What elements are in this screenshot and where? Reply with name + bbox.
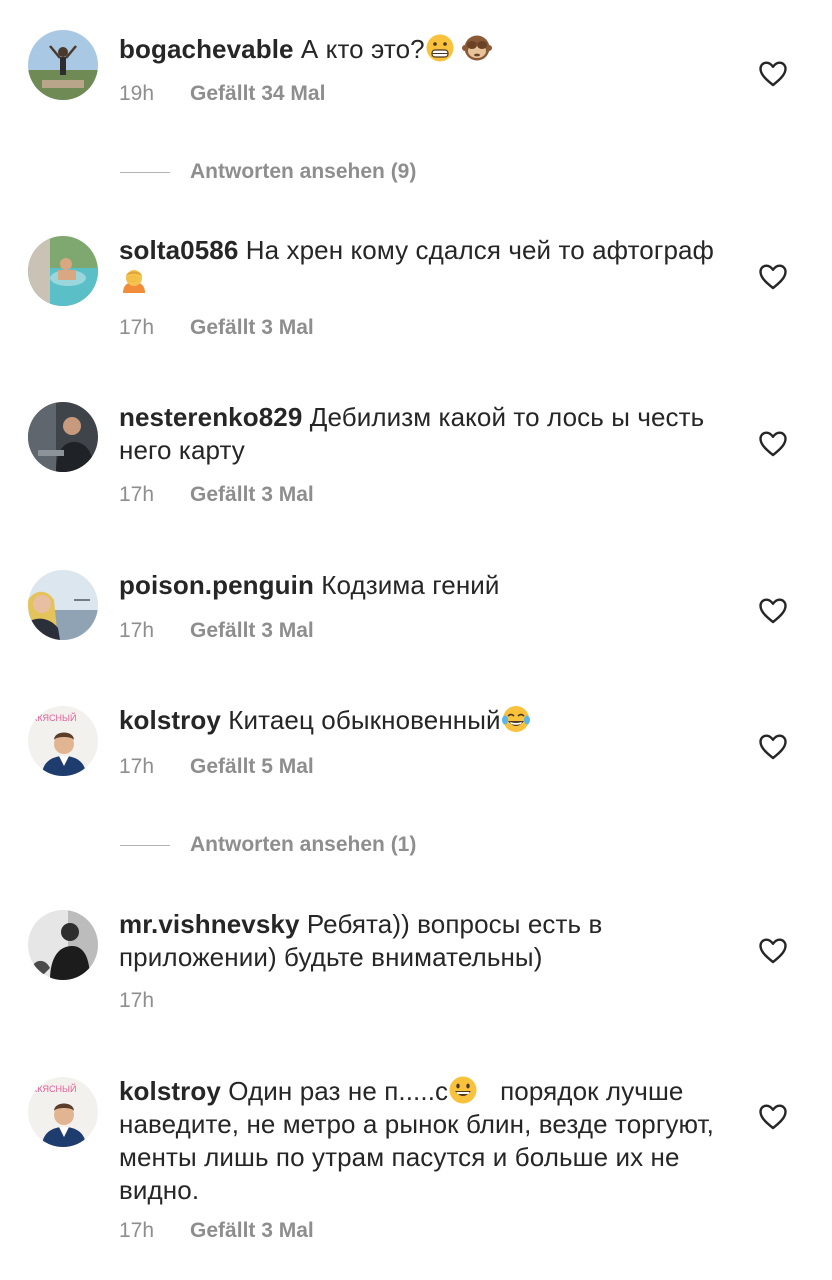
comment-meta: 17h Gefällt 3 Mal [119,482,314,508]
comment-body: Кодзима гений [321,570,500,600]
comment-text: bogachevable А кто это? [119,33,719,66]
avatar[interactable] [28,570,98,640]
comment-text: kolstroy Один раз не п.....с порядок луч… [119,1075,719,1207]
like-heart-icon[interactable] [759,734,787,760]
grimacing-face-emoji [425,33,455,63]
comment-time: 17h [119,316,155,339]
like-heart-icon[interactable] [759,264,787,290]
like-heart-icon[interactable] [759,61,787,87]
like-heart-icon[interactable] [759,598,787,624]
comment-username[interactable]: solta0586 [119,235,238,265]
comment-username[interactable]: kolstroy [119,705,221,735]
comment-body: Китаец обыкновенный [228,705,501,735]
comment-likes[interactable]: Gefällt 3 Mal [190,619,314,642]
comment-likes[interactable]: Gefällt 34 Mal [190,82,325,105]
comment-text: kolstroy Китаец обыкновенный [119,704,719,737]
comment-time: 17h [119,483,155,506]
comment-meta: 19h Gefällt 34 Mal [119,81,325,107]
avatar[interactable]: ККЯСНЫЙ [28,1077,98,1147]
comment-likes[interactable]: Gefällt 3 Mal [190,1219,314,1242]
comment-meta: 17h Gefällt 3 Mal [119,315,314,341]
like-heart-icon[interactable] [759,431,787,457]
see-no-evil-monkey-emoji [462,33,493,63]
comment-username[interactable]: bogachevable [119,34,294,64]
comment-username[interactable]: nesterenko829 [119,402,302,432]
comment-time: 17h [119,1219,155,1242]
avatar[interactable] [28,30,98,100]
comment-time: 17h [119,755,155,778]
tears-of-joy-emoji [501,704,531,734]
view-replies-link[interactable]: Antworten ansehen (1) [190,831,416,859]
comment-text: solta0586 На хрен кому сдался чей то афт… [119,234,719,300]
like-heart-icon[interactable] [759,938,787,964]
comment-meta: 17h Gefällt 3 Mal [119,618,314,644]
comment-time: 19h [119,82,155,105]
comment-username[interactable]: poison.penguin [119,570,314,600]
person-facepalming-emoji [119,267,149,297]
avatar-badge-text: ККЯСНЫЙ [32,712,76,723]
comment-likes[interactable]: Gefällt 3 Mal [190,483,314,506]
comment-text: mr.vishnevsky Ребята)) вопросы есть в пр… [119,908,719,974]
comment-meta: 17h Gefällt 3 Mal [119,1218,314,1244]
comment-body: Один раз не п.....с [228,1076,449,1106]
avatar-badge-text: ККЯСНЫЙ [32,1083,76,1094]
comment-time: 17h [119,619,155,642]
avatar[interactable] [28,402,98,472]
comment-likes[interactable]: Gefällt 3 Mal [190,316,314,339]
comment-time: 17h [119,989,155,1012]
avatar[interactable] [28,910,98,980]
comment-username[interactable]: mr.vishnevsky [119,909,300,939]
comment-meta: 17h [119,988,154,1014]
comment-body: На хрен кому сдался чей то афтограф [245,235,715,265]
comment-meta: 17h Gefällt 5 Mal [119,754,314,780]
grinning-face-emoji [448,1075,478,1105]
avatar[interactable] [28,236,98,306]
comment-body: А кто это? [300,34,425,64]
comment-text: poison.penguin Кодзима гений [119,569,719,602]
view-replies-link[interactable]: Antworten ansehen (9) [190,158,416,186]
comment-username[interactable]: kolstroy [119,1076,221,1106]
replies-divider [120,172,170,173]
replies-divider [120,845,170,846]
comment-likes[interactable]: Gefällt 5 Mal [190,755,314,778]
avatar[interactable]: ККЯСНЫЙ [28,706,98,776]
like-heart-icon[interactable] [759,1104,787,1130]
comment-text: nesterenko829 Дебилизм какой то лось ы ч… [119,401,719,467]
